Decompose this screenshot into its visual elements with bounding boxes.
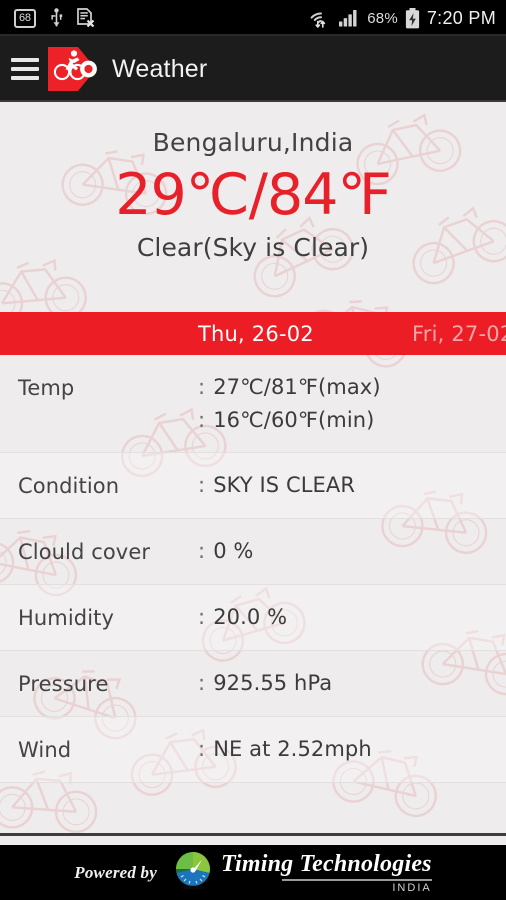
row-values-humidity: :20.0 % — [198, 605, 287, 629]
wifi-transfer-icon — [310, 8, 332, 29]
row-value-humidity: :20.0 % — [198, 605, 287, 629]
forecast-day-tabs: Thu, 26-02 Fri, 27-02 — [0, 312, 506, 355]
battery-level-icon: 68 — [14, 8, 36, 28]
list-bottom-spacer — [0, 783, 506, 833]
wind-value: NE at 2.52mph — [213, 737, 372, 761]
current-condition: Clear(Sky is Clear) — [136, 232, 370, 262]
menu-bar-3 — [11, 76, 39, 80]
timing-technologies-gauge-logo-icon — [173, 850, 213, 895]
clock-label: 7:20 PM — [426, 7, 496, 28]
value-separator: : — [198, 375, 206, 399]
android-status-bar: 68 68% 7:20 PM — [0, 0, 506, 36]
row-label-temp: Temp — [18, 376, 75, 400]
value-separator: : — [198, 605, 206, 629]
row-value-pressure: :925.55 hPa — [198, 671, 332, 695]
row-values-temp: :27℃/81℉(max) :16℃/60℉(min) — [198, 375, 381, 432]
current-weather-panel: Bengaluru,India 29℃/84℉ Clear(Sky is Cle… — [0, 102, 506, 312]
footer-branding-bar: Powered by Timing Technologies INDIA — [0, 845, 506, 900]
usb-icon — [50, 8, 63, 28]
row-value-wind: : NE at 2.52mph — [198, 737, 372, 761]
footer-brand-block: Timing Technologies INDIA — [221, 852, 432, 894]
cloud-cover-value: 0 % — [213, 539, 254, 563]
value-separator: : — [198, 473, 206, 497]
value-separator: : — [198, 539, 206, 563]
status-bar-right-icons: 68% 7:20 PM — [310, 7, 496, 29]
row-label-condition: Condition — [18, 474, 120, 498]
row-value-cloud-cover: :0 % — [198, 539, 253, 563]
location-label: Bengaluru,India — [152, 128, 354, 157]
powered-by-label: Powered by — [74, 862, 157, 882]
row-label-humidity: Humidity — [18, 606, 115, 630]
sim-card-error-icon — [76, 8, 95, 28]
brand-name: Timing Technologies — [221, 850, 432, 877]
table-row: Condition : SKY IS CLEAR — [0, 453, 506, 519]
menu-bar-2 — [11, 67, 39, 71]
table-row: Clould cover :0 % — [0, 519, 506, 585]
table-row: Pressure :925.55 hPa — [0, 651, 506, 717]
hamburger-menu-icon[interactable] — [8, 54, 42, 84]
brand-region: INDIA — [392, 881, 432, 894]
row-values-cloud-cover: :0 % — [198, 539, 253, 563]
tab-thu-26-02[interactable]: Thu, 26-02 — [198, 322, 314, 346]
row-values-pressure: :925.55 hPa — [198, 671, 332, 695]
value-separator: : — [198, 737, 206, 761]
row-label-pressure: Pressure — [18, 672, 109, 696]
battery-charging-icon — [405, 7, 420, 29]
row-value-temp-min: :16℃/60℉(min) — [198, 408, 381, 432]
humidity-value: 20.0 % — [213, 605, 288, 629]
page-title: Weather — [112, 54, 208, 83]
row-values-wind: : NE at 2.52mph — [198, 737, 372, 761]
status-bar-left-icons: 68 — [14, 8, 95, 28]
row-label-cloud-cover: Clould cover — [18, 540, 151, 564]
forecast-detail-list: Temp :27℃/81℉(max) :16℃/60℉(min) Conditi… — [0, 355, 506, 783]
cyclist-tag-logo-icon — [48, 45, 98, 93]
pressure-value: 925.55 hPa — [213, 671, 333, 695]
weather-app-screen: 68 68% 7:20 PM Weather Bengaluru,India 2… — [0, 0, 506, 900]
row-value-temp-max: :27℃/81℉(max) — [198, 375, 381, 399]
content-bottom-divider — [0, 833, 506, 836]
table-row: Humidity :20.0 % — [0, 585, 506, 651]
temp-min-value: 16℃/60℉(min) — [213, 408, 375, 432]
app-action-bar: Weather — [0, 36, 506, 102]
row-value-condition: : SKY IS CLEAR — [198, 473, 355, 497]
table-row: Temp :27℃/81℉(max) :16℃/60℉(min) — [0, 355, 506, 453]
table-row: Wind : NE at 2.52mph — [0, 717, 506, 783]
value-separator: : — [198, 671, 206, 695]
cellular-signal-icon — [339, 9, 360, 27]
temp-max-value: 27℃/81℉(max) — [213, 375, 381, 399]
brand-rule — [281, 878, 432, 881]
battery-percent-label: 68% — [367, 9, 398, 27]
tab-fri-27-02[interactable]: Fri, 27-02 — [412, 322, 506, 346]
row-label-wind: Wind — [18, 738, 72, 762]
current-temperature: 29℃/84℉ — [115, 162, 392, 228]
value-separator: : — [198, 408, 206, 432]
condition-value: SKY IS CLEAR — [213, 473, 356, 497]
row-values-condition: : SKY IS CLEAR — [198, 473, 355, 497]
menu-bar-1 — [11, 58, 39, 62]
weather-content: Bengaluru,India 29℃/84℉ Clear(Sky is Cle… — [0, 102, 506, 845]
